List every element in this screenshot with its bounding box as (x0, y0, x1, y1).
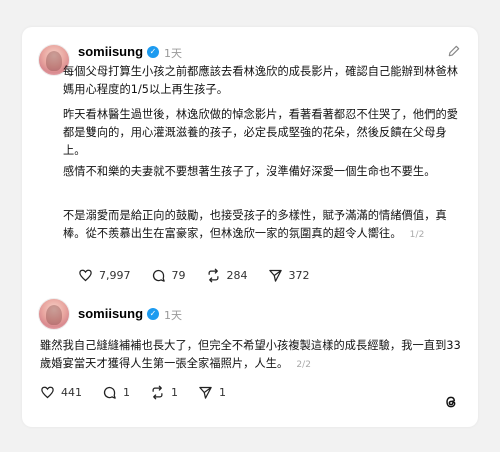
share-count: 1 (219, 386, 226, 399)
repost-icon (152, 385, 163, 400)
repost-button[interactable]: 1 (150, 385, 178, 400)
pencil-icon[interactable] (447, 44, 461, 58)
thread-card: somiisung ✓ 1天 每個父母打算生小孩之前都應該去看林逸欣的成長影片，… (22, 27, 478, 427)
like-count: 7,997 (99, 269, 131, 282)
comment-button[interactable]: 1 (102, 385, 130, 400)
like-button[interactable]: 441 (40, 385, 82, 400)
post-actions: 7,997 79 284 372 (78, 268, 330, 283)
share-button[interactable]: 372 (268, 268, 310, 283)
send-icon (268, 269, 282, 282)
repost-count: 284 (226, 269, 248, 282)
threads-logo-icon[interactable] (443, 394, 459, 410)
post-time[interactable]: 1天 (164, 45, 182, 61)
comment-count: 1 (123, 386, 130, 399)
verified-badge-icon: ✓ (147, 46, 159, 58)
username[interactable]: somiisung (78, 306, 143, 321)
post-actions: 441 1 1 1 (40, 385, 246, 400)
post-paragraph: 不是溺愛而是給正向的鼓勵，也接受孩子的多樣性，賦予滿滿的情緒價值，真棒。從不羨慕… (63, 207, 463, 244)
post-time[interactable]: 1天 (164, 307, 182, 323)
send-icon (199, 386, 212, 399)
like-button[interactable]: 7,997 (78, 268, 131, 283)
comment-icon (103, 386, 116, 399)
repost-icon (208, 268, 218, 283)
post-text: 雖然我自己縫縫補補也長大了，但完全不希望小孩複製這樣的成長經驗，我一直到33歲婚… (40, 339, 461, 370)
comment-count: 79 (171, 269, 186, 282)
post-paragraph: 雖然我自己縫縫補補也長大了，但完全不希望小孩複製這樣的成長經驗，我一直到33歲婚… (40, 337, 465, 374)
heart-icon (41, 386, 54, 399)
repost-count: 1 (171, 386, 178, 399)
comment-button[interactable]: 79 (151, 268, 186, 283)
post-paragraph: 昨天看林醫生過世後，林逸欣做的悼念影片，看著看著都忍不住哭了，他們的愛都是雙向的… (63, 108, 459, 157)
share-count: 372 (288, 269, 310, 282)
like-count: 441 (61, 386, 82, 399)
comment-icon (152, 269, 165, 282)
post-paragraph: 每個父母打算生小孩之前都應該去看林逸欣的成長影片，確認自己能辦到林爸林媽用心程度… (63, 65, 459, 96)
page-indicator: 2/2 (296, 360, 312, 370)
heart-icon (79, 269, 92, 282)
username[interactable]: somiisung (78, 44, 143, 59)
repost-button[interactable]: 284 (206, 268, 248, 283)
post-text: 不是溺愛而是給正向的鼓勵，也接受孩子的多樣性，賦予滿滿的情緒價值，真棒。從不羨慕… (63, 209, 447, 240)
avatar[interactable] (38, 298, 70, 330)
page-indicator: 1/2 (409, 230, 425, 240)
share-button[interactable]: 1 (198, 385, 226, 400)
post-paragraph: 感情不和樂的夫妻就不要想著生孩子了，沒準備好深愛一個生命也不要生。 (63, 165, 436, 178)
verified-badge-icon: ✓ (147, 308, 159, 320)
